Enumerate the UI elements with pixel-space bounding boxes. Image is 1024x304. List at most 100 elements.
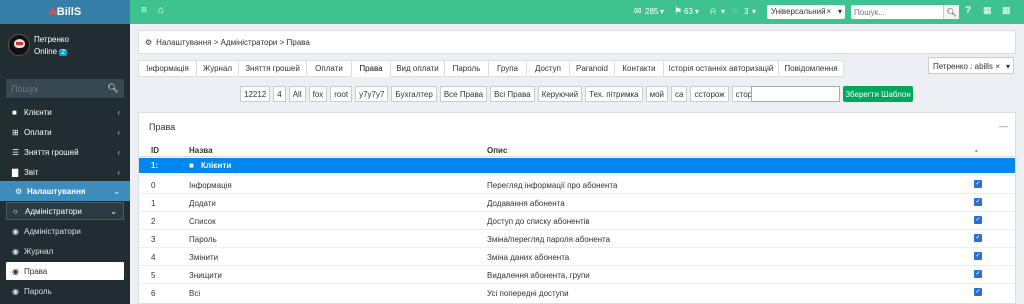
breadcrumb-text[interactable]: Налаштування > Адміністратори > Права [156, 38, 310, 47]
template-chip[interactable]: Все Права [439, 86, 488, 102]
tab-withdraw[interactable]: Зняття грошей [238, 60, 306, 77]
tab-auth-history[interactable]: Історія останніх авторизацій [663, 60, 778, 77]
mail-icon[interactable]: ✉ [634, 6, 642, 17]
row-id: 3 [151, 235, 156, 244]
admin-select-value: Петренко : abills [933, 62, 993, 71]
row-checkbox[interactable]: ✓ [974, 216, 982, 224]
collapse-icon[interactable]: — [999, 121, 1008, 131]
chat-icon[interactable]: ◌ [732, 6, 737, 16]
search-icon[interactable]: 🔍︎ [943, 5, 959, 19]
template-name-input[interactable] [751, 86, 840, 102]
row-checkbox[interactable]: ✓ [974, 252, 982, 260]
row-desc: Зміна даних абонента [487, 253, 570, 262]
row-checkbox[interactable]: ✓ [974, 180, 982, 188]
tab-contacts[interactable]: Контакти [614, 60, 663, 77]
sidebar-subitem-password[interactable]: ◉ Пароль [6, 282, 124, 300]
template-chip[interactable]: Керуючий [537, 86, 583, 102]
sidebar-subitem-label: Адміністратори [25, 206, 82, 216]
top-search: 🔍︎ [851, 5, 959, 19]
template-chip[interactable]: 4 [273, 86, 286, 102]
tab-paranoid[interactable]: Paranoid [569, 60, 614, 77]
table-row: 5 Знищити Видалення абонента, групи ✓ [139, 265, 1015, 283]
sidebar-item-settings[interactable]: ⚙ Налаштування ⌄ [0, 181, 130, 201]
bell-icon[interactable]: ⍾ [710, 6, 716, 17]
row-name: Змінити [189, 253, 219, 262]
sidebar-subitem-admins-list[interactable]: ◉ Адміністратори [6, 222, 124, 240]
row-desc: Додавання абонента [487, 199, 565, 208]
sidebar-subitem-admins[interactable]: ○ Адміністратори ⌄ [6, 202, 124, 220]
breadcrumb: ⚙ Налаштування > Адміністратори > Права [138, 30, 1016, 54]
mode-select[interactable]: Універсальний × ▾ [767, 5, 845, 19]
search-icon[interactable]: 🔍︎ [102, 79, 124, 98]
logo-text: BillS [56, 6, 82, 18]
row-name: Всі [189, 289, 201, 298]
row-checkbox[interactable]: ✓ [974, 198, 982, 206]
tab-payment-type[interactable]: Вид оплати [390, 60, 444, 77]
sidebar-item-label: Зняття грошей [24, 147, 79, 157]
tab-rights[interactable]: Права [351, 60, 390, 77]
tab-info[interactable]: Інформація [138, 60, 196, 77]
tab-payments[interactable]: Оплати [306, 60, 351, 77]
user-status-text: Online [34, 47, 58, 56]
home-icon[interactable]: ⌂ [158, 5, 164, 16]
sidebar-search-input[interactable] [6, 79, 102, 98]
template-chip[interactable]: са [671, 86, 688, 102]
template-chip[interactable]: All [288, 86, 306, 102]
sidebar-item-report[interactable]: ▇ Звіт ‹ [0, 162, 130, 182]
template-chip[interactable]: y7y7y7 [355, 86, 389, 102]
row-id: 1 [151, 199, 156, 208]
dot-circle-icon: ◉ [12, 266, 19, 276]
template-chip[interactable]: root [330, 86, 353, 102]
template-chips: 12212 4 All fox root y7y7y7 Бухгалтер Вс… [240, 86, 769, 102]
row-id: 5 [151, 271, 156, 280]
sidebar-item-withdraw[interactable]: ☰ Зняття грошей ‹ [0, 142, 130, 162]
chevron-left-icon: ‹ [117, 147, 120, 157]
hamburger-icon[interactable]: ≡ [141, 5, 147, 16]
sidebar-item-clients[interactable]: ■ Клієнти ‹ [0, 102, 130, 122]
grid-icon[interactable]: ▦ [983, 5, 992, 16]
caret-down-icon: ▾ [1005, 62, 1010, 71]
sidebar-subitem-rights[interactable]: ◉ Права [6, 262, 124, 280]
dot-circle-icon: ◉ [12, 286, 19, 296]
tab-journal[interactable]: Журнал [196, 60, 238, 77]
rights-panel: Права — ID Назва Опис - 1: ■ Клієнти 0 І… [138, 112, 1016, 304]
table-row: 1 Додати Додавання абонента ✓ [139, 193, 1015, 211]
row-checkbox[interactable]: ✓ [974, 288, 982, 296]
row-checkbox[interactable]: ✓ [974, 270, 982, 278]
list-icon: ☰ [12, 147, 20, 157]
save-template-button[interactable]: Зберегти Шаблон [843, 86, 913, 102]
sidebar-subitem-journal[interactable]: ◉ Журнал [6, 242, 124, 260]
tab-password[interactable]: Пароль [444, 60, 488, 77]
sidebar: ABillS Петренко Online2 🔍︎ ■ Клієнти ‹ ⊞ Оп… [0, 0, 130, 304]
apps-icon[interactable]: ▦ [1002, 5, 1011, 16]
template-chip[interactable]: Бухгалтер [391, 86, 437, 102]
clear-icon[interactable]: × [995, 62, 1000, 71]
chevron-down-icon: ⌄ [113, 186, 120, 196]
tab-group[interactable]: Група [488, 60, 526, 77]
caret-down-icon: ▾ [660, 7, 665, 16]
tab-messages[interactable]: Повідомлення [778, 60, 844, 77]
row-desc: Усі попередні доступи [487, 289, 569, 298]
flag-icon[interactable]: ⚑ [674, 6, 682, 17]
template-chip[interactable]: Тех. пітримка [585, 86, 643, 102]
template-chip[interactable]: fox [308, 86, 328, 102]
template-chip[interactable]: Всі Права [490, 86, 535, 102]
row-desc: Видалення абонента, групи [487, 271, 590, 280]
sidebar-item-payments[interactable]: ⊞ Оплати ‹ [0, 122, 130, 142]
group-id: 1: [151, 161, 159, 170]
template-chip[interactable]: 12212 [240, 86, 271, 102]
top-search-input[interactable] [851, 5, 943, 19]
app-logo[interactable]: A BillS [0, 0, 130, 24]
tab-access[interactable]: Доступ [526, 60, 569, 77]
user-name: Петренко [34, 35, 69, 44]
help-icon[interactable]: ? [965, 5, 971, 16]
template-chip[interactable]: мой [645, 86, 668, 102]
admin-select[interactable]: Петренко : abills × ▾ [928, 57, 1014, 74]
col-check: - [975, 146, 978, 155]
template-chip[interactable]: cсторож [690, 86, 729, 102]
caret-down-icon: ▾ [837, 7, 842, 16]
row-name: Пароль [189, 235, 217, 244]
clear-icon[interactable]: × [826, 7, 831, 16]
row-checkbox[interactable]: ✓ [974, 234, 982, 242]
row-desc: Зміна/перегляд пароля абонента [487, 235, 611, 244]
